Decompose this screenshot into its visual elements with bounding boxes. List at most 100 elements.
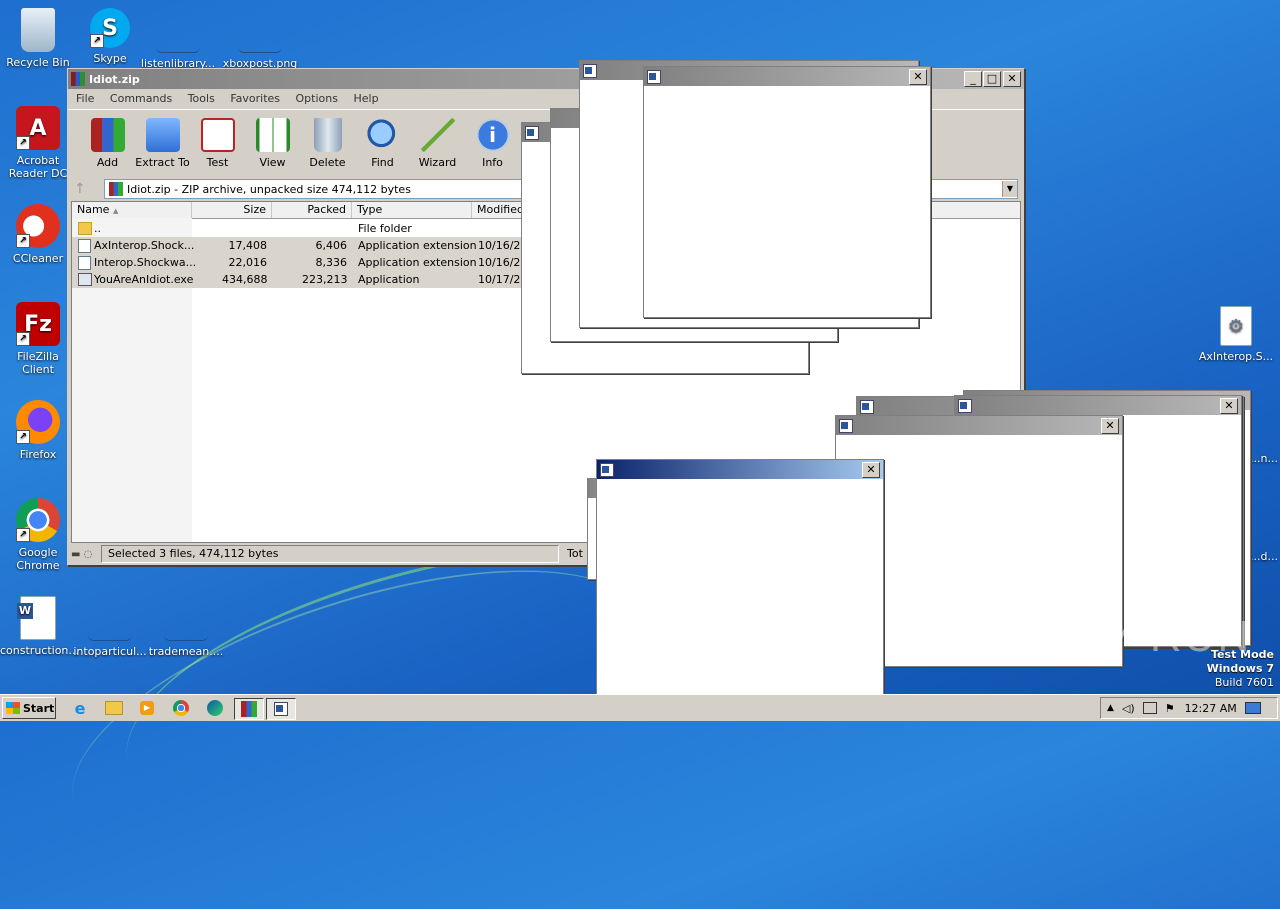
explorer-taskbar-icon[interactable]	[102, 698, 126, 718]
test-mode-label: Test Mode	[1211, 648, 1274, 661]
menu-options[interactable]: Options	[296, 92, 338, 105]
toolbar-label: Extract To	[135, 156, 190, 169]
popup-title-bar[interactable]: ✕	[836, 416, 1122, 435]
column-packed[interactable]: Packed	[272, 202, 352, 218]
status-text: Selected 3 files, 474,112 bytes	[101, 545, 559, 563]
cell-size: 17,408	[228, 239, 268, 252]
desktop-icon-label: FileZilla Client	[17, 350, 59, 376]
popup-taskbar-button[interactable]	[266, 698, 296, 720]
archive-icon	[109, 182, 123, 196]
extract-to-button[interactable]: Extract To	[135, 118, 190, 176]
cell-size: 434,688	[222, 273, 268, 286]
menu-help[interactable]: Help	[353, 92, 378, 105]
desktop-icon-axinterop[interactable]: ⚙ AxInterop.S...	[1198, 306, 1274, 363]
desktop-icon-skype[interactable]: S ↗ Skype	[72, 8, 148, 65]
desktop-icon-label-partial: ...n...	[1250, 452, 1278, 465]
minimize-button[interactable]: _	[964, 71, 982, 87]
add-button[interactable]: Add	[80, 118, 135, 176]
chrome-taskbar-icon[interactable]	[169, 698, 193, 718]
start-button[interactable]: Start	[2, 697, 56, 719]
toolbar-label: Delete	[309, 156, 346, 169]
clock[interactable]: 12:27 AM	[1185, 702, 1237, 715]
menu-commands[interactable]: Commands	[110, 92, 172, 105]
sort-ascending-icon: ▲	[112, 207, 119, 215]
desktop-icon-acrobat[interactable]: A ↗ Acrobat Reader DC	[0, 106, 76, 180]
cell-packed: 8,336	[315, 256, 348, 269]
word-icon	[839, 418, 853, 433]
table-row[interactable]: AxInterop.Shock... 17,408 6,406 Applicat…	[72, 237, 532, 254]
info-button[interactable]: i Info	[465, 118, 520, 176]
edge-taskbar-icon[interactable]	[203, 698, 227, 718]
desktop-icon-firefox[interactable]: ↗ Firefox	[0, 400, 76, 461]
test-button[interactable]: Test	[190, 118, 245, 176]
toolbar-label: View	[259, 156, 286, 169]
blank-file-icon	[88, 596, 132, 641]
desktop-icon-construction[interactable]: W construction...	[0, 596, 79, 657]
close-button[interactable]: ✕	[1220, 397, 1238, 414]
column-type[interactable]: Type	[352, 202, 472, 218]
build-label: Build 7601	[1214, 676, 1274, 689]
path-text: Idiot.zip - ZIP archive, unpacked size 4…	[127, 182, 411, 196]
close-button[interactable]: ✕	[862, 461, 880, 478]
exe-file-icon	[78, 273, 92, 286]
desktop-icon-listenlibrary[interactable]: listenlibrary...	[140, 8, 216, 70]
cell-modified: 10/16/20	[478, 239, 528, 252]
popup-window[interactable]: ✕	[643, 66, 931, 318]
taskbar: Start e ▶ ▲ ◁) ⚑ 12:27 AM	[0, 694, 1280, 721]
action-center-flag-icon[interactable]: ⚑	[1165, 702, 1175, 715]
ccleaner-icon: ↗	[16, 204, 60, 248]
status-total: Tot	[567, 547, 583, 560]
desktop-icon-xboxpost[interactable]: xboxpost.png	[222, 8, 298, 70]
desktop-icon-label: Firefox	[19, 448, 57, 461]
network-icon[interactable]	[1142, 702, 1157, 714]
desktop-icon-label: Skype	[93, 52, 127, 65]
column-name[interactable]: Name ▲	[72, 202, 192, 218]
menu-file[interactable]: File	[76, 92, 94, 105]
desktop-icon-intoparticul[interactable]: intoparticul...	[72, 596, 148, 658]
desktop-icon-label: trademean....	[148, 645, 224, 658]
desktop-icon-label: Google Chrome	[16, 546, 60, 572]
desktop-icon-filezilla[interactable]: Fz ↗ FileZilla Client	[0, 302, 76, 376]
table-row[interactable]: Interop.Shockwa... 22,016 8,336 Applicat…	[72, 254, 532, 271]
up-arrow-icon[interactable]: ↑	[74, 181, 104, 197]
tray-expand-icon[interactable]: ▲	[1107, 703, 1114, 713]
volume-icon[interactable]: ◁)	[1122, 702, 1135, 715]
cell-type: Application	[358, 273, 420, 286]
desktop-icon-ccleaner[interactable]: ↗ CCleaner	[0, 204, 76, 265]
table-row-parent[interactable]: .. File folder	[72, 220, 532, 237]
winrar-taskbar-button[interactable]	[234, 698, 264, 720]
cell-modified: 10/17/20	[478, 273, 528, 286]
view-button[interactable]: View	[245, 118, 300, 176]
start-label: Start	[23, 701, 55, 715]
trash-icon	[313, 118, 342, 152]
ie-taskbar-icon[interactable]: e	[68, 698, 92, 718]
popup-window-active[interactable]: ✕	[596, 459, 884, 711]
popup-title-bar[interactable]: ✕	[644, 67, 930, 86]
wizard-button[interactable]: Wizard	[410, 118, 465, 176]
dll-file-icon	[78, 256, 91, 270]
table-row[interactable]: YouAreAnIdiot.exe 434,688 223,213 Applic…	[72, 271, 532, 288]
dropdown-arrow-icon[interactable]: ▼	[1002, 181, 1017, 197]
cell-name: YouAreAnIdiot.exe	[94, 273, 194, 286]
close-button[interactable]: ✕	[1101, 417, 1119, 434]
popup-title-bar[interactable]: ✕	[597, 460, 883, 479]
add-archive-icon	[90, 118, 125, 152]
recycle-bin-icon	[21, 8, 55, 52]
desktop-icon-chrome[interactable]: ↗ Google Chrome	[0, 498, 76, 572]
close-button[interactable]: ✕	[1003, 71, 1021, 87]
desktop-icon-label: Recycle Bin	[6, 56, 70, 69]
magnifier-icon	[365, 118, 400, 152]
menu-tools[interactable]: Tools	[188, 92, 215, 105]
desktop-icon-recycle-bin[interactable]: Recycle Bin	[0, 8, 76, 69]
delete-button[interactable]: Delete	[300, 118, 355, 176]
close-button[interactable]: ✕	[909, 68, 927, 85]
system-tray: ▲ ◁) ⚑ 12:27 AM	[1100, 697, 1278, 719]
desktop-icon-trademean[interactable]: trademean....	[148, 596, 224, 658]
column-size[interactable]: Size	[192, 202, 272, 218]
maximize-button[interactable]: □	[983, 71, 1001, 87]
show-desktop-icon[interactable]	[1244, 702, 1261, 714]
find-button[interactable]: Find	[355, 118, 410, 176]
popup-title-bar[interactable]: ✕	[955, 396, 1241, 415]
media-player-taskbar-icon[interactable]: ▶	[135, 698, 159, 718]
menu-favorites[interactable]: Favorites	[230, 92, 280, 105]
